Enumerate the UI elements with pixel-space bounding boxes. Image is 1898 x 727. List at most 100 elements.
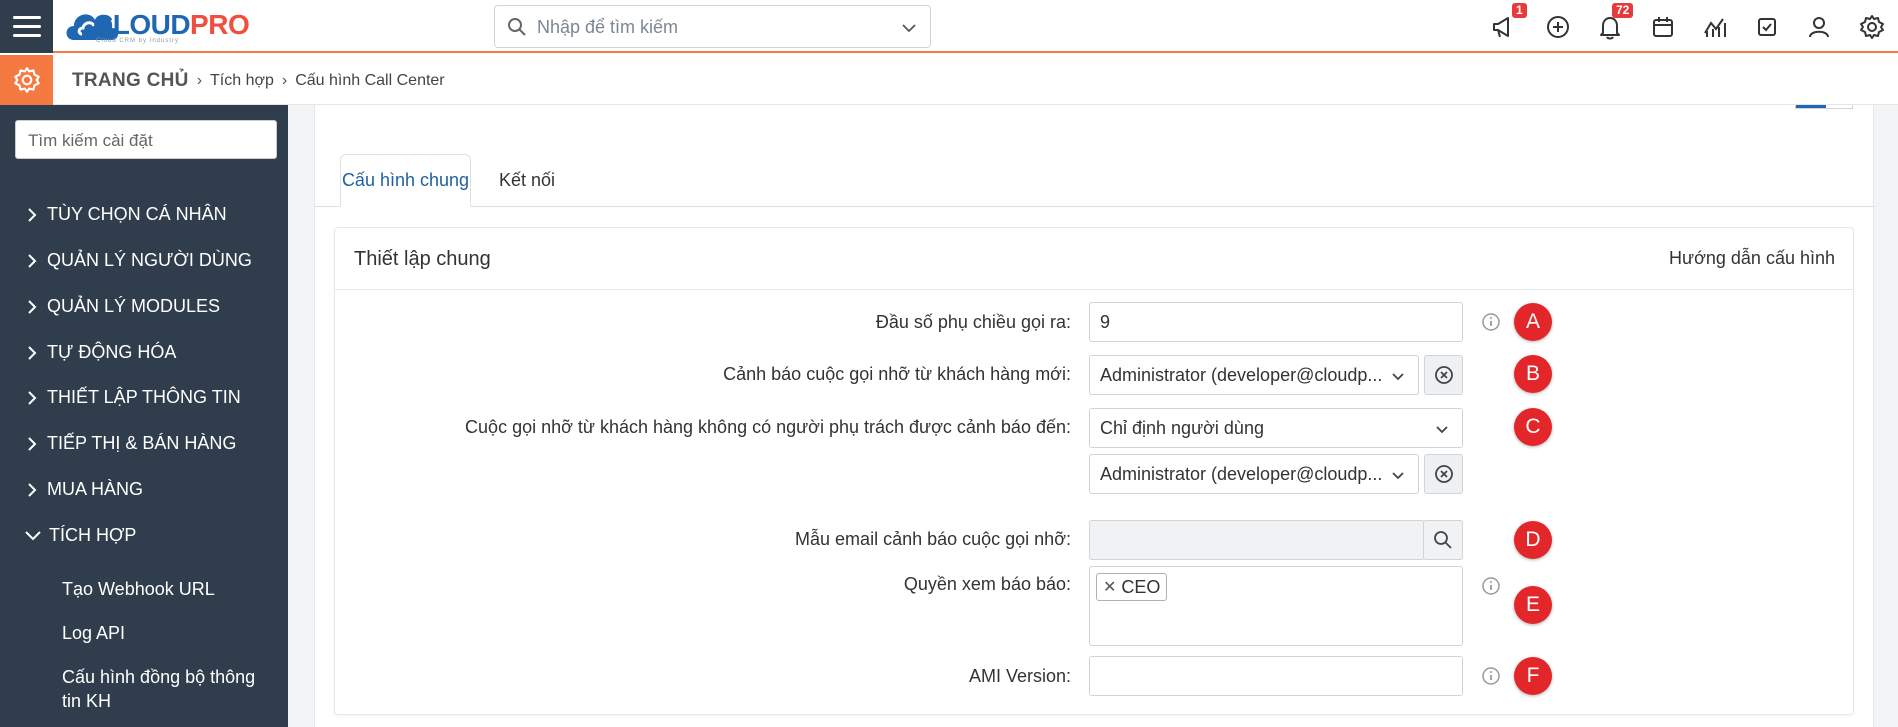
announcement-badge: 1 <box>1512 3 1527 18</box>
breadcrumb-integration[interactable]: Tích hợp <box>210 72 274 90</box>
sidebar-item-label: TÙY CHỌN CÁ NHÂN <box>47 204 227 224</box>
prefix-input[interactable]: 9 <box>1089 302 1463 342</box>
bell-icon[interactable]: 72 <box>1596 3 1634 41</box>
report-permission-multiselect[interactable]: ✕ CEO <box>1089 566 1463 646</box>
sidebar-item-automation[interactable]: TỰ ĐỘNG HÓA <box>25 342 176 363</box>
logo-tagline: Cloud CRM by Industry <box>96 38 180 44</box>
sidebar-item-modules[interactable]: QUẢN LÝ MODULES <box>25 296 220 317</box>
prefix-value: 9 <box>1100 312 1111 332</box>
form-labels: Đầu số phụ chiều gọi ra: Cảnh báo cuộc g… <box>335 228 1071 714</box>
search-icon <box>1434 531 1452 549</box>
clear-circle-icon <box>1434 366 1453 384</box>
search-icon <box>508 18 526 36</box>
breadcrumb-current: Cấu hình Call Center <box>295 72 445 89</box>
remove-tag-icon[interactable]: ✕ <box>1103 577 1116 597</box>
missed-new-value: Administrator (developer@cloudp... <box>1100 365 1383 385</box>
task-check-icon[interactable] <box>1753 13 1781 41</box>
chevron-right-icon <box>28 482 37 497</box>
chevron-down-icon <box>1392 373 1404 381</box>
chevron-down-icon <box>1436 426 1448 434</box>
ami-version-label: AMI Version: <box>968 666 1071 686</box>
sidebar-item-label: MUA HÀNG <box>47 479 144 499</box>
search-placeholder: Nhập để tìm kiếm <box>537 17 679 37</box>
chevron-down-icon <box>25 530 41 540</box>
marker-b: B <box>1514 355 1552 393</box>
missed-new-select[interactable]: Administrator (developer@cloudp... <box>1089 355 1419 395</box>
chevron-right-icon <box>28 345 37 360</box>
main-content: Cấu hình chung Kết nối Thiết lập chung H… <box>288 105 1898 727</box>
prefix-label: Đầu số phụ chiều gọi ra: <box>875 312 1071 332</box>
announcement-icon[interactable]: 1 <box>1490 3 1527 41</box>
chevron-right-icon <box>28 299 37 314</box>
settings-search-input[interactable]: Tìm kiếm cài đặt <box>15 120 277 159</box>
chevron-right-icon: › <box>196 72 203 89</box>
sidebar-subitem-log-api[interactable]: Log API <box>62 621 125 645</box>
marker-e: E <box>1514 586 1552 624</box>
sidebar-item-personal[interactable]: TÙY CHỌN CÁ NHÂN <box>25 204 227 225</box>
general-settings-card: Thiết lập chung Hướng dẫn cấu hình Đầu s… <box>334 227 1854 715</box>
chart-icon[interactable] <box>1701 13 1729 41</box>
chevron-down-icon[interactable] <box>900 19 918 37</box>
breadcrumb-bar: TRANG CHỦ › Tích hợp › Cấu hình Call Cen… <box>0 55 1898 105</box>
settings-gear-icon[interactable] <box>0 55 53 105</box>
clear-missed-unassigned-button[interactable] <box>1424 454 1463 494</box>
sidebar-item-label: QUẢN LÝ MODULES <box>47 296 221 316</box>
role-tag-label: CEO <box>1121 576 1161 597</box>
missed-unassigned-user-select[interactable]: Administrator (developer@cloudp... <box>1089 454 1419 494</box>
hamburger-menu-icon[interactable] <box>0 0 53 53</box>
add-icon[interactable] <box>1544 13 1572 41</box>
missed-unassigned-label: Cuộc gọi nhỡ từ khách hàng không có ngườ… <box>465 417 1071 437</box>
view-toggle[interactable] <box>1795 105 1853 109</box>
ami-version-input[interactable] <box>1089 656 1463 696</box>
user-icon[interactable] <box>1805 13 1833 41</box>
tab-general-config[interactable]: Cấu hình chung <box>340 154 471 207</box>
info-icon[interactable] <box>1481 666 1501 686</box>
sidebar-item-users[interactable]: QUẢN LÝ NGƯỜI DÙNG <box>25 250 252 271</box>
info-icon[interactable] <box>1481 576 1501 596</box>
tab-bar: Cấu hình chung Kết nối <box>315 149 1875 207</box>
sidebar-item-label: TÍCH HỢP <box>49 525 137 545</box>
info-icon[interactable] <box>1481 312 1501 332</box>
breadcrumb-home[interactable]: TRANG CHỦ <box>72 70 189 92</box>
marker-a: A <box>1514 303 1552 341</box>
sidebar-item-integration[interactable]: TÍCH HỢP <box>25 525 136 546</box>
settings-sidebar: Tìm kiếm cài đặt TÙY CHỌN CÁ NHÂN QUẢN L… <box>0 105 288 727</box>
chevron-right-icon <box>28 253 37 268</box>
settings-gear-icon[interactable] <box>1858 13 1886 41</box>
breadcrumb: TRANG CHỦ › Tích hợp › Cấu hình Call Cen… <box>72 70 445 92</box>
config-guide-link[interactable]: Hướng dẫn cấu hình <box>1669 248 1835 269</box>
chevron-right-icon <box>28 390 37 405</box>
sidebar-item-label: TỰ ĐỘNG HÓA <box>47 342 177 362</box>
missed-unassigned-mode-value: Chỉ định người dùng <box>1100 418 1264 438</box>
clear-missed-new-button[interactable] <box>1424 355 1463 395</box>
sidebar-item-marketing-sales[interactable]: TIẾP THỊ & BÁN HÀNG <box>25 433 236 454</box>
tab-connection[interactable]: Kết nối <box>487 154 567 207</box>
chevron-right-icon: › <box>281 72 288 89</box>
chevron-right-icon <box>28 207 37 222</box>
sidebar-item-info-setup[interactable]: THIẾT LẬP THÔNG TIN <box>25 387 241 408</box>
config-panel: Cấu hình chung Kết nối Thiết lập chung H… <box>314 105 1875 727</box>
global-search-input[interactable]: Nhập để tìm kiếm <box>494 5 931 48</box>
email-template-label: Mẫu email cảnh báo cuộc gọi nhỡ: <box>795 529 1071 549</box>
sidebar-item-label: THIẾT LẬP THÔNG TIN <box>47 387 241 407</box>
chevron-down-icon <box>1392 472 1404 480</box>
marker-c: C <box>1514 408 1552 446</box>
logo-text: CLOUDPRO <box>93 9 250 40</box>
marker-f: F <box>1514 657 1552 695</box>
settings-search-placeholder: Tìm kiếm cài đặt <box>28 131 153 150</box>
marker-d: D <box>1514 521 1552 559</box>
sidebar-item-label: TIẾP THỊ & BÁN HÀNG <box>47 433 237 453</box>
report-permission-label: Quyền xem báo báo: <box>903 574 1071 594</box>
notification-badge: 72 <box>1612 3 1634 18</box>
missed-new-label: Cảnh báo cuộc gọi nhỡ từ khách hàng mới: <box>723 364 1071 384</box>
top-header: CLOUDPRO Cloud CRM by Industry Nhập để t… <box>0 0 1898 53</box>
email-template-input[interactable] <box>1089 520 1425 560</box>
sidebar-item-purchasing[interactable]: MUA HÀNG <box>25 479 143 500</box>
missed-unassigned-mode-select[interactable]: Chỉ định người dùng <box>1089 408 1463 448</box>
sidebar-subitem-webhook[interactable]: Tạo Webhook URL <box>62 577 215 601</box>
sidebar-item-label: QUẢN LÝ NGƯỜI DÙNG <box>47 250 252 270</box>
sidebar-subitem-customer-sync[interactable]: Cấu hình đồng bộ thông tin KH <box>62 665 262 713</box>
calendar-icon[interactable] <box>1649 13 1677 41</box>
email-template-search-button[interactable] <box>1423 520 1463 560</box>
chevron-right-icon <box>28 436 37 451</box>
